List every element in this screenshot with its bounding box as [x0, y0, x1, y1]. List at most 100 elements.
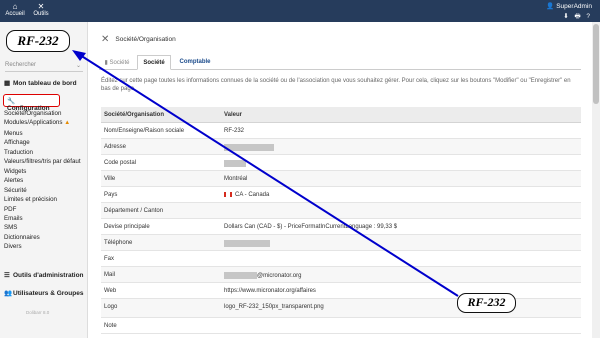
column-header: Valeur: [224, 112, 243, 118]
main-content: ✕ Société/Organisation ▮ Société Société …: [89, 22, 591, 338]
dashboard-icon: ▦: [4, 80, 11, 87]
row-label: Web: [104, 288, 117, 294]
submenu-item[interactable]: Sécurité: [4, 186, 81, 195]
user-icon: 👤: [546, 3, 555, 10]
callout-annotation: RF-232: [457, 293, 516, 313]
home-icon: ⌂: [12, 2, 18, 11]
tools-label: Outils: [33, 11, 49, 17]
tools-button[interactable]: ✕ Outils: [28, 2, 54, 17]
row-label: Ville: [104, 176, 116, 182]
row-value: [224, 240, 270, 247]
submenu-item[interactable]: Affichage: [4, 138, 81, 147]
page-title: Société/Organisation: [115, 36, 176, 44]
submenu-item[interactable]: Modules/Applications ▲: [4, 118, 81, 128]
page-header: ✕ Société/Organisation: [101, 34, 176, 45]
row-value: [224, 160, 246, 167]
admin-tools-label: Outils d'administration: [13, 272, 84, 279]
table-row: Code postal: [101, 155, 581, 171]
tools-icon: ✕: [37, 2, 45, 11]
sidebar-item-admin-tools[interactable]: ☰ Outils d'administration: [4, 271, 84, 279]
table-row: Note: [101, 318, 581, 334]
submenu-item[interactable]: SMS: [4, 223, 81, 232]
user-label: SuperAdmin: [556, 3, 592, 10]
configuration-submenu: Société/Organisation Modules/Application…: [4, 109, 81, 252]
sidebar-item-users-groups[interactable]: 👥Utilisateurs & Groupes: [4, 289, 83, 297]
row-value: Dollars Can (CAD - $) - PriceFormatInCur…: [224, 224, 398, 230]
submenu-item[interactable]: PDF: [4, 205, 81, 214]
tab-bar: ▮ Société Société Comptable: [99, 55, 581, 70]
table-row: Mail @micronator.org: [101, 267, 581, 283]
tab-comptable[interactable]: Comptable: [175, 55, 215, 70]
redacted-block: [224, 272, 257, 279]
row-value: [224, 144, 274, 151]
table-row: Devise principale Dollars Can (CAD - $) …: [101, 219, 581, 235]
row-label: Adresse: [104, 144, 127, 150]
canada-flag-icon: [224, 192, 232, 197]
row-value: RF-232: [224, 128, 245, 134]
logo-annotation: RF-232: [6, 30, 70, 52]
page-description: Éditez sur cette page toutes les informa…: [101, 78, 571, 92]
table-row: Pays CA - Canada: [101, 187, 581, 203]
row-value: Montréal: [224, 176, 248, 182]
table-row: Fax: [101, 251, 581, 267]
search-input[interactable]: Rechercher ⌄: [5, 62, 83, 72]
submenu-item[interactable]: Société/Organisation: [4, 109, 81, 118]
row-label: Devise principale: [104, 224, 150, 230]
row-label: Fax: [104, 256, 115, 262]
scrollbar-thumb[interactable]: [593, 24, 599, 104]
submenu-item[interactable]: Alertes: [4, 176, 81, 185]
submenu-item[interactable]: Dictionnaires: [4, 233, 81, 242]
mail-domain: @micronator.org: [257, 273, 302, 280]
table-row: Adresse: [101, 139, 581, 155]
building-icon: ▮: [104, 60, 108, 66]
row-label: Pays: [104, 192, 118, 198]
version-text: Dolibarr 8.0: [26, 310, 50, 315]
sidebar-item-dashboard[interactable]: ▦ Mon tableau de bord: [4, 79, 77, 87]
sidebar: RF-232 Rechercher ⌄ ▦ Mon tableau de bord…: [0, 22, 88, 338]
table-row: Ville Montréal: [101, 171, 581, 187]
warning-icon: ▲: [64, 120, 71, 127]
submenu-item[interactable]: Menus: [4, 129, 81, 138]
sidebar-item-configuration[interactable]: 🔧 Configuration: [3, 94, 60, 112]
row-value: logo_RF-232_150px_transparent.png: [224, 304, 324, 310]
row-label: Département / Canton: [104, 208, 164, 214]
tools-icon: ✕: [101, 34, 110, 45]
submenu-item[interactable]: Divers: [4, 242, 81, 251]
submenu-item[interactable]: Traduction: [4, 148, 81, 157]
tab-societe-icon[interactable]: ▮ Société: [99, 55, 135, 70]
chevron-down-icon: ⌄: [75, 63, 81, 69]
home-button[interactable]: ⌂ Accueil: [2, 2, 28, 17]
submenu-item[interactable]: Valeurs/filtres/tris par défaut: [4, 157, 81, 166]
dashboard-label: Mon tableau de bord: [13, 80, 77, 87]
submenu-item[interactable]: Limites et précision: [4, 195, 81, 204]
country-text: CA - Canada: [235, 192, 270, 199]
users-groups-label: Utilisateurs & Groupes: [13, 290, 84, 297]
redacted-block: [224, 240, 270, 247]
tools-list-icon: ☰: [4, 272, 10, 279]
tab-societe[interactable]: Société: [137, 55, 171, 70]
column-header: Société/Organisation: [104, 112, 165, 118]
submenu-item[interactable]: Emails: [4, 214, 81, 223]
wrench-icon: 🔧: [7, 98, 16, 105]
row-label: Mail: [104, 272, 116, 278]
row-label: Nom/Enseigne/Raison sociale: [104, 128, 185, 134]
search-placeholder: Rechercher: [5, 62, 37, 68]
row-value: @micronator.org: [224, 272, 301, 279]
row-value: CA - Canada: [224, 192, 269, 198]
row-label: Téléphone: [104, 240, 133, 246]
scrollbar[interactable]: [592, 22, 600, 338]
submenu-item[interactable]: Widgets: [4, 167, 81, 176]
tab-label: Société: [109, 60, 130, 66]
table-header-row: Société/Organisation Valeur: [101, 107, 581, 123]
submenu-item-label: Modules/Applications: [4, 119, 63, 127]
table-row: Département / Canton: [101, 203, 581, 219]
table-row: Nom/Enseigne/Raison sociale RF-232: [101, 123, 581, 139]
row-label: Note: [104, 323, 117, 329]
top-bar: ⌂ Accueil ✕ Outils 👤 SuperAdmin ⬇ 🖶 ?: [0, 0, 600, 22]
row-label: Logo: [104, 304, 118, 310]
user-menu[interactable]: 👤 SuperAdmin: [546, 2, 592, 10]
redacted-block: [224, 144, 274, 151]
home-label: Accueil: [5, 11, 25, 17]
web-link[interactable]: https://www.micronator.org/affaires: [224, 288, 316, 294]
redacted-block: [224, 160, 246, 167]
